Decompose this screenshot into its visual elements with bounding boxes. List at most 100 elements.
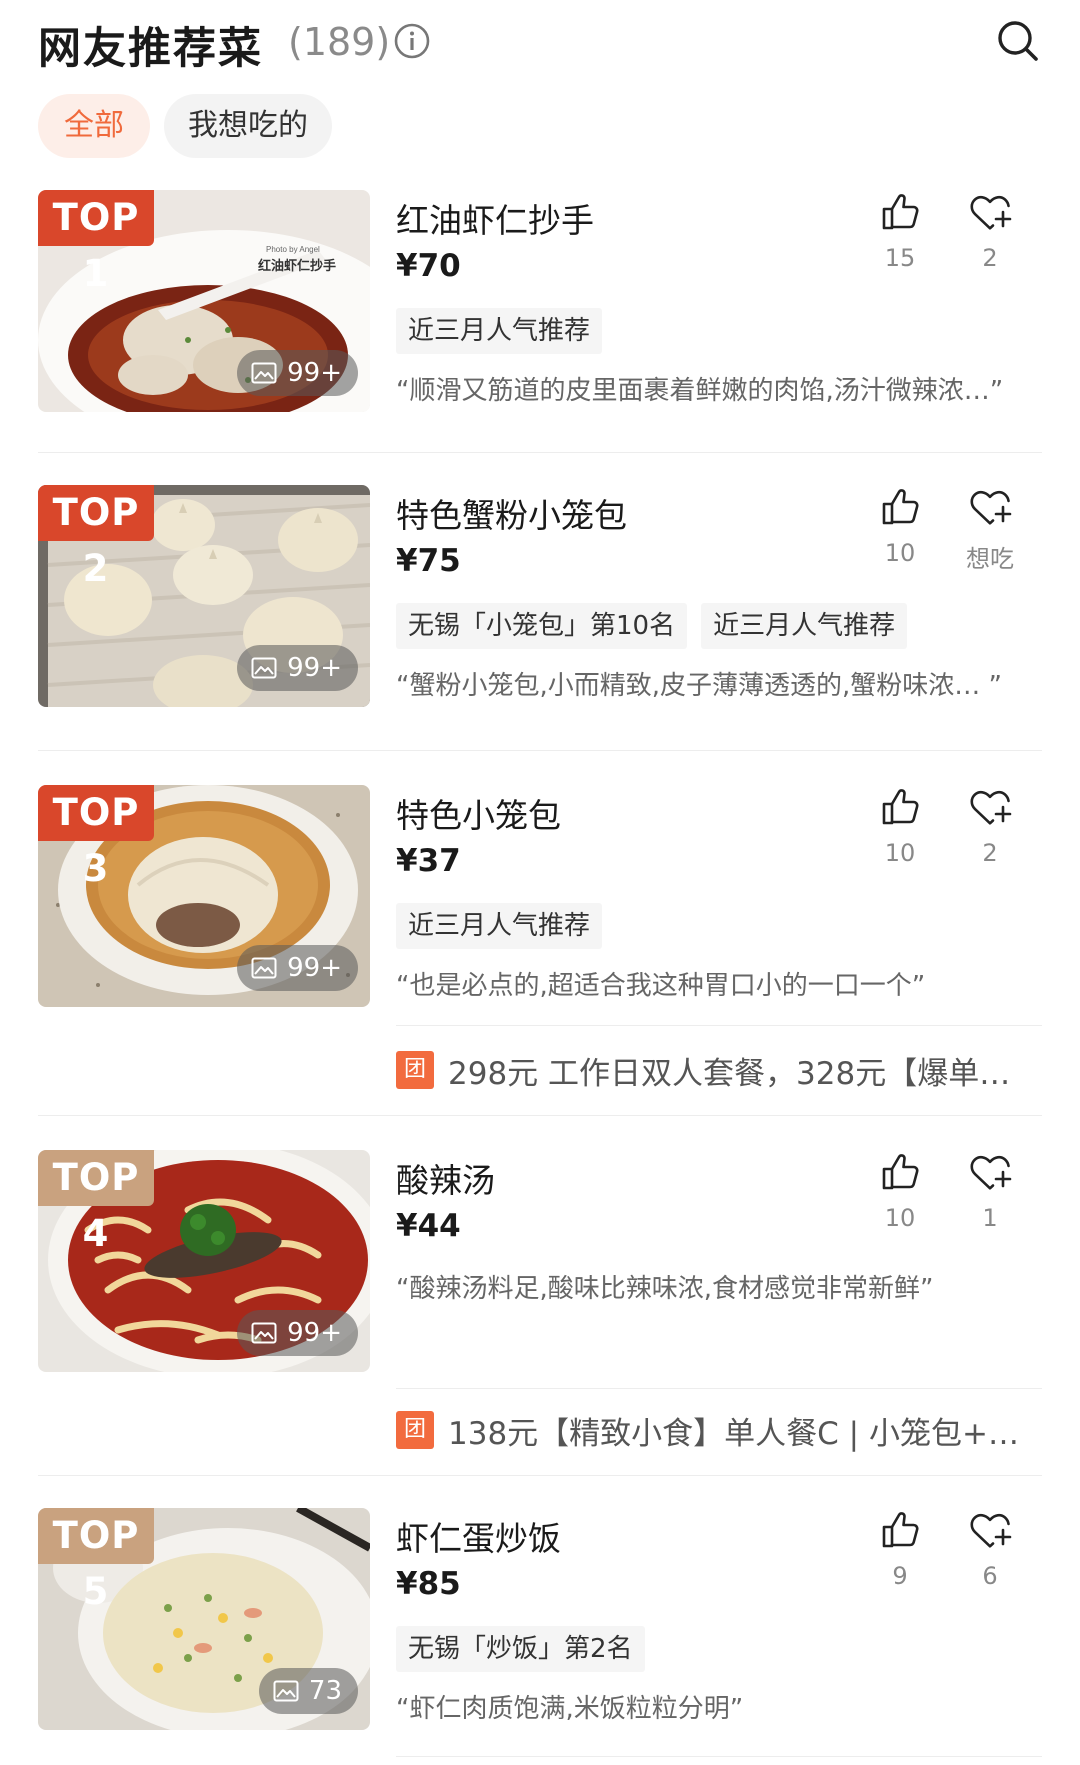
dish-tag[interactable]: 无锡「炒饭」第2名: [396, 1626, 645, 1672]
dish-tag[interactable]: 近三月人气推荐: [396, 308, 603, 354]
filter-want-to-eat[interactable]: 我想吃的: [164, 94, 332, 158]
rank-badge: TOP 1: [38, 190, 154, 295]
dish-name: 虾仁蛋炒饭: [396, 1519, 561, 1558]
like-count: 10: [884, 1204, 916, 1232]
dish-photo[interactable]: TOP 3 99+: [38, 785, 370, 1007]
like-button[interactable]: 15: [870, 190, 930, 272]
dish-price: ¥70: [396, 248, 461, 284]
photo-count-value: 99+: [287, 1318, 342, 1348]
dish-photo[interactable]: TOP 5 73: [38, 1508, 370, 1730]
divider: [38, 452, 1042, 453]
image-icon: [251, 362, 277, 384]
thumbs-up-icon: [878, 785, 922, 829]
like-count: 10: [884, 839, 916, 867]
dish-price: ¥85: [396, 1566, 461, 1602]
want-count: 2: [982, 839, 998, 867]
heart-plus-icon: [968, 190, 1012, 234]
dish-photo[interactable]: TOP 4 99+: [38, 1150, 370, 1372]
photo-count: 99+: [237, 645, 358, 691]
image-icon: [251, 957, 277, 979]
want-button[interactable]: 6: [960, 1508, 1020, 1590]
like-count: 15: [884, 244, 916, 272]
dish-review-quote: “也是必点的,超适合我这种胃口小的一口一个”: [396, 971, 926, 1001]
dish-name: 酸辣汤: [396, 1161, 495, 1200]
image-icon: [251, 1322, 277, 1344]
group-deal[interactable]: 团 138元【精致小食】单人餐C | 小笼包+…: [396, 1408, 1042, 1452]
want-count: 想吃: [966, 545, 1014, 573]
group-deal[interactable]: 团 298元 工作日双人套餐，328元【爆单…: [396, 1048, 1042, 1092]
photo-count: 99+: [237, 350, 358, 396]
dish-name: 特色小笼包: [396, 796, 561, 835]
like-count: 10: [884, 539, 916, 567]
divider: [396, 1025, 1042, 1026]
dish-price: ¥75: [396, 543, 461, 579]
photo-credit: Photo by Angel: [266, 245, 320, 254]
like-button[interactable]: 10: [870, 485, 930, 567]
like-button[interactable]: 10: [870, 785, 930, 867]
filter-all[interactable]: 全部: [38, 94, 150, 158]
info-icon[interactable]: [393, 22, 431, 60]
photo-count: 73: [258, 1668, 358, 1714]
heart-plus-icon: [968, 485, 1012, 529]
dish-tags: 无锡「小笼包」第10名 近三月人气推荐: [396, 603, 908, 649]
want-button[interactable]: 1: [960, 1150, 1020, 1232]
group-deal-text: 298元 工作日双人套餐，328元【爆单…: [448, 1055, 1011, 1092]
dish-photo[interactable]: Photo by Angel 红油虾仁抄手 TOP 1 99+: [38, 190, 370, 412]
dish-tags: 无锡「炒饭」第2名: [396, 1626, 645, 1672]
photo-caption: 红油虾仁抄手: [258, 258, 336, 274]
want-button[interactable]: 想吃: [960, 485, 1020, 574]
thumbs-up-icon: [878, 1508, 922, 1552]
group-deal-text: 138元【精致小食】单人餐C | 小笼包+…: [448, 1415, 1019, 1452]
want-button[interactable]: 2: [960, 785, 1020, 867]
dish-tags: 近三月人气推荐: [396, 903, 603, 949]
image-icon: [251, 657, 277, 679]
photo-count-value: 73: [308, 1676, 342, 1706]
want-count: 6: [982, 1562, 998, 1590]
rank-badge: TOP 4: [38, 1150, 154, 1255]
want-count: 2: [982, 244, 998, 272]
want-count: 1: [982, 1204, 998, 1232]
thumbs-up-icon: [878, 485, 922, 529]
like-button[interactable]: 10: [870, 1150, 930, 1232]
dish-tag[interactable]: 近三月人气推荐: [701, 603, 908, 649]
divider: [396, 1756, 1042, 1757]
rank-badge: TOP 2: [38, 485, 154, 590]
dish-price: ¥37: [396, 843, 461, 879]
dish-name: 红油虾仁抄手: [396, 201, 594, 240]
rank-badge: TOP 3: [38, 785, 154, 890]
like-count: 9: [892, 1562, 908, 1590]
divider: [38, 750, 1042, 751]
dish-tags: 近三月人气推荐: [396, 308, 603, 354]
divider: [396, 1388, 1042, 1389]
dish-photo[interactable]: TOP 2 99+: [38, 485, 370, 707]
divider: [38, 1475, 1042, 1476]
thumbs-up-icon: [878, 190, 922, 234]
image-icon: [273, 1680, 299, 1702]
photo-count-value: 99+: [287, 358, 342, 388]
dish-review-quote: “虾仁肉质饱满,米饭粒粒分明”: [396, 1694, 744, 1724]
heart-plus-icon: [968, 1508, 1012, 1552]
group-deal-badge: 团: [396, 1051, 434, 1089]
heart-plus-icon: [968, 785, 1012, 829]
dish-review-quote: “顺滑又筋道的皮里面裹着鲜嫩的肉馅,汤汁微辣浓…”: [396, 376, 1004, 406]
dish-tag[interactable]: 无锡「小笼包」第10名: [396, 603, 688, 649]
dish-review-quote: “酸辣汤料足,酸味比辣味浓,食材感觉非常新鲜”: [396, 1274, 934, 1304]
like-button[interactable]: 9: [870, 1508, 930, 1590]
rank-badge: TOP 5: [38, 1508, 154, 1613]
thumbs-up-icon: [878, 1150, 922, 1194]
want-button[interactable]: 2: [960, 190, 1020, 272]
search-icon[interactable]: [995, 18, 1041, 64]
heart-plus-icon: [968, 1150, 1012, 1194]
photo-count: 99+: [237, 1310, 358, 1356]
photo-count-value: 99+: [287, 653, 342, 683]
group-deal-badge: 团: [396, 1411, 434, 1449]
photo-count-value: 99+: [287, 953, 342, 983]
header: 网友推荐菜 (189): [0, 0, 1080, 90]
dish-tag[interactable]: 近三月人气推荐: [396, 903, 603, 949]
page-title: 网友推荐菜: [38, 24, 263, 74]
dish-review-quote: “蟹粉小笼包,小而精致,皮子薄薄透透的,蟹粉味浓… ”: [396, 671, 1002, 701]
divider: [38, 1115, 1042, 1116]
photo-count: 99+: [237, 945, 358, 991]
dish-count: (189): [288, 20, 391, 64]
dish-price: ¥44: [396, 1208, 461, 1244]
